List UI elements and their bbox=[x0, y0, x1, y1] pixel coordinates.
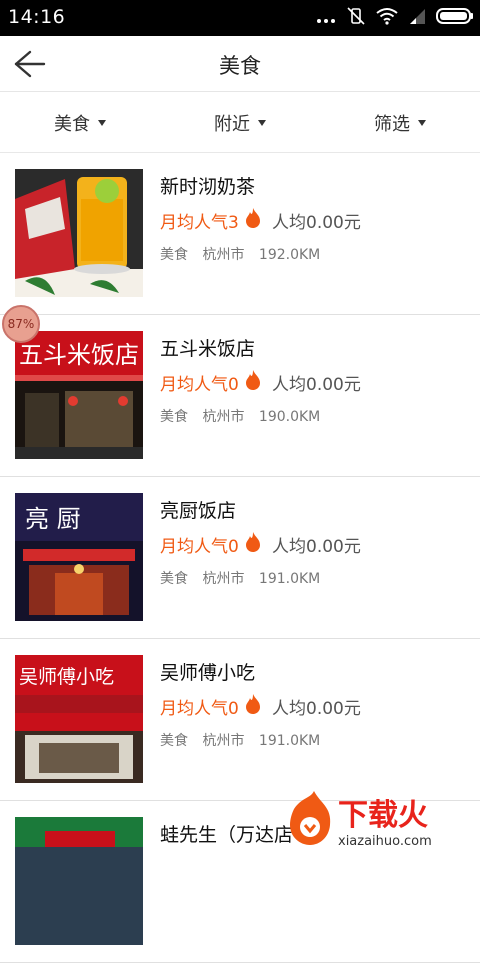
shop-city: 杭州市 bbox=[202, 571, 244, 587]
popularity: 月均人气3 bbox=[160, 208, 261, 233]
watermark-logo: 下载火 xiazaihuo.com bbox=[280, 789, 480, 853]
app-header: 美食 bbox=[0, 36, 480, 92]
average-price: 人均0.00元 bbox=[272, 532, 361, 557]
shop-name: 新时沏奶茶 bbox=[160, 172, 255, 199]
caret-down-icon bbox=[98, 120, 106, 126]
shop-thumbnail: 吴师傅小吃 bbox=[15, 655, 143, 783]
status-time: 14:16 bbox=[8, 6, 65, 28]
shop-category: 美食 bbox=[160, 733, 188, 749]
average-price: 人均0.00元 bbox=[272, 208, 361, 233]
page-title: 美食 bbox=[0, 50, 480, 80]
list-item[interactable]: 新时沏奶茶 月均人气3 人均0.00元 美食 杭州市 192.0KM bbox=[0, 153, 480, 315]
filter-nearby[interactable]: 附近 bbox=[160, 93, 320, 152]
popularity: 月均人气0 bbox=[160, 694, 261, 719]
popularity-text: 月均人气0 bbox=[160, 370, 239, 395]
popularity-text: 月均人气0 bbox=[160, 694, 239, 719]
filter-screen[interactable]: 筛选 bbox=[320, 93, 480, 152]
shop-name: 亮厨饭店 bbox=[160, 496, 236, 523]
floating-percent-badge[interactable]: 87% bbox=[2, 305, 40, 343]
filter-screen-label: 筛选 bbox=[374, 110, 410, 136]
battery-icon bbox=[436, 7, 474, 29]
shop-meta: 美食 杭州市 191.0KM bbox=[160, 568, 330, 588]
list-item[interactable]: 五斗米饭店 五斗米饭店 月均人气0 人均0.00元 美食 杭州市 190.0KM bbox=[0, 315, 480, 477]
shop-city: 杭州市 bbox=[202, 409, 244, 425]
filter-nearby-label: 附近 bbox=[214, 110, 250, 136]
filter-bar: 美食 附近 筛选 bbox=[0, 93, 480, 153]
status-bar: 14:16 bbox=[0, 0, 480, 36]
caret-down-icon bbox=[258, 120, 266, 126]
vibrate-mute-icon bbox=[346, 6, 366, 30]
shop-sign-text: 亮 厨 bbox=[25, 505, 81, 533]
shop-name: 五斗米饭店 bbox=[160, 334, 255, 361]
popularity-text: 月均人气0 bbox=[160, 532, 239, 557]
shop-thumbnail: 五斗米饭店 bbox=[15, 331, 143, 459]
list-item[interactable]: 亮 厨 亮厨饭店 月均人气0 人均0.00元 美食 杭州市 191.0KM bbox=[0, 477, 480, 639]
shop-name: 蛙先生（万达店 bbox=[160, 820, 293, 847]
popularity-text: 月均人气3 bbox=[160, 208, 239, 233]
more-dots-icon bbox=[316, 9, 336, 28]
status-icons bbox=[316, 7, 474, 29]
shop-city: 杭州市 bbox=[202, 733, 244, 749]
shop-city: 杭州市 bbox=[202, 247, 244, 263]
shop-thumbnail bbox=[15, 817, 143, 945]
shop-meta: 美食 杭州市 192.0KM bbox=[160, 244, 330, 264]
svg-text:xiazaihuo.com: xiazaihuo.com bbox=[338, 834, 432, 849]
average-price: 人均0.00元 bbox=[272, 694, 361, 719]
fire-icon bbox=[245, 370, 261, 395]
shop-meta: 美食 杭州市 191.0KM bbox=[160, 730, 330, 750]
shop-category: 美食 bbox=[160, 247, 188, 263]
filter-category[interactable]: 美食 bbox=[0, 93, 160, 152]
shop-thumbnail bbox=[15, 169, 143, 297]
wifi-icon bbox=[376, 7, 398, 29]
shop-distance: 191.0KM bbox=[259, 733, 320, 749]
caret-down-icon bbox=[418, 120, 426, 126]
popularity: 月均人气0 bbox=[160, 532, 261, 557]
shop-category: 美食 bbox=[160, 571, 188, 587]
filter-category-label: 美食 bbox=[54, 110, 90, 136]
shop-distance: 191.0KM bbox=[259, 571, 320, 587]
shop-thumbnail: 亮 厨 bbox=[15, 493, 143, 621]
shop-sign-text: 吴师傅小吃 bbox=[19, 666, 114, 688]
popularity: 月均人气0 bbox=[160, 370, 261, 395]
shop-name: 吴师傅小吃 bbox=[160, 658, 255, 685]
fire-icon bbox=[245, 694, 261, 719]
shop-category: 美食 bbox=[160, 409, 188, 425]
list-item[interactable]: 吴师傅小吃 吴师傅小吃 月均人气0 人均0.00元 美食 杭州市 191.0KM bbox=[0, 639, 480, 801]
signal-icon bbox=[408, 7, 426, 29]
shop-meta: 美食 杭州市 190.0KM bbox=[160, 406, 330, 426]
fire-icon bbox=[245, 532, 261, 557]
average-price: 人均0.00元 bbox=[272, 370, 361, 395]
shop-distance: 192.0KM bbox=[259, 247, 320, 263]
fire-icon bbox=[245, 208, 261, 233]
shop-distance: 190.0KM bbox=[259, 409, 320, 425]
svg-text:下载火: 下载火 bbox=[338, 798, 428, 833]
shop-sign-text: 五斗米饭店 bbox=[19, 341, 139, 369]
